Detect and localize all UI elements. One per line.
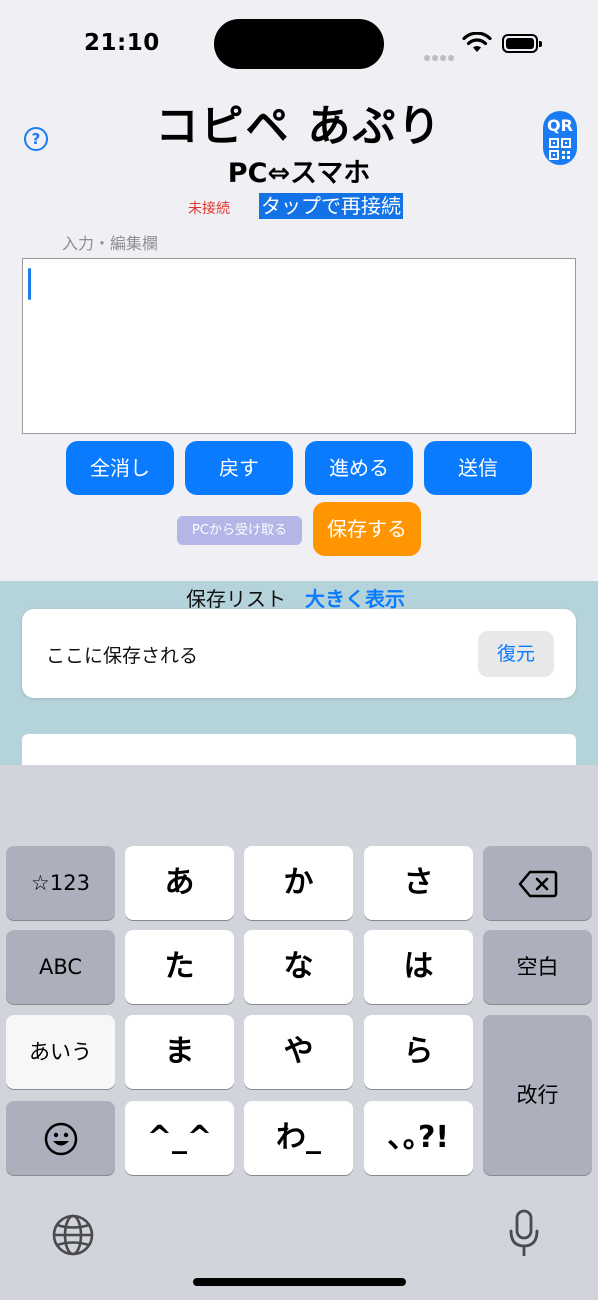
redo-button[interactable]: 進める — [305, 441, 413, 495]
key-ma[interactable]: ま — [125, 1015, 234, 1089]
key-sa[interactable]: さ — [364, 846, 473, 920]
key-wa[interactable]: わ_ — [244, 1101, 353, 1175]
key-na[interactable]: な — [244, 930, 353, 1004]
connection-status: 未接続 — [188, 201, 230, 217]
backspace-key[interactable] — [483, 846, 592, 920]
battery-icon — [502, 34, 542, 53]
text-cursor — [28, 268, 31, 300]
restore-button[interactable]: 復元 — [478, 631, 554, 677]
reconnect-button[interactable]: タップで再接続 — [259, 193, 403, 219]
emoji-key[interactable] — [6, 1101, 115, 1175]
send-button[interactable]: 送信 — [424, 441, 532, 495]
key-numbers[interactable]: ☆123 — [6, 846, 115, 920]
status-time: 21:10 — [84, 30, 160, 56]
undo-button[interactable]: 戻す — [185, 441, 293, 495]
key-ka[interactable]: か — [244, 846, 353, 920]
large-view-button[interactable]: 大きく表示 — [305, 583, 405, 612]
key-ta[interactable]: た — [125, 930, 234, 1004]
qr-code-icon — [549, 138, 571, 160]
qr-label: QR — [547, 116, 573, 135]
signal-icon — [424, 46, 456, 65]
key-punctuation[interactable]: ､｡?! — [364, 1101, 473, 1175]
wifi-icon — [462, 32, 492, 52]
saved-item-text: ここに保存される — [46, 645, 199, 667]
saved-item — [22, 734, 576, 765]
dynamic-island — [214, 19, 384, 69]
saved-list-title: 保存リスト — [186, 587, 286, 611]
key-kana[interactable]: あいう — [6, 1015, 115, 1089]
saved-item: ここに保存される 復元 — [22, 609, 576, 698]
saved-list: 保存リスト 大きく表示 ここに保存される 復元 — [0, 581, 598, 765]
key-a[interactable]: あ — [125, 846, 234, 920]
mic-icon[interactable] — [508, 1209, 540, 1259]
home-indicator — [193, 1278, 406, 1286]
emoji-icon — [44, 1122, 77, 1156]
key-space[interactable]: 空白 — [483, 930, 592, 1004]
clear-button[interactable]: 全消し — [66, 441, 174, 495]
status-bar: 21:10 — [0, 0, 598, 88]
key-ha[interactable]: は — [364, 930, 473, 1004]
editor-textarea[interactable] — [22, 258, 576, 434]
save-button[interactable]: 保存する — [313, 502, 421, 556]
backspace-icon — [518, 870, 557, 898]
key-ya[interactable]: や — [244, 1015, 353, 1089]
key-abc[interactable]: ABC — [6, 930, 115, 1004]
receive-from-pc-button[interactable]: PCから受け取る — [177, 516, 302, 545]
editor-label: 入力・編集欄 — [62, 234, 159, 253]
key-ra[interactable]: ら — [364, 1015, 473, 1089]
globe-icon[interactable] — [51, 1213, 95, 1257]
app-subtitle: PC⇔スマホ — [227, 158, 371, 189]
qr-button[interactable]: QR — [543, 111, 577, 165]
key-enter[interactable]: 改行 — [483, 1015, 592, 1175]
key-kaomoji[interactable]: ^_^ — [125, 1101, 234, 1175]
app-title: コピペ あぷり — [155, 102, 443, 152]
